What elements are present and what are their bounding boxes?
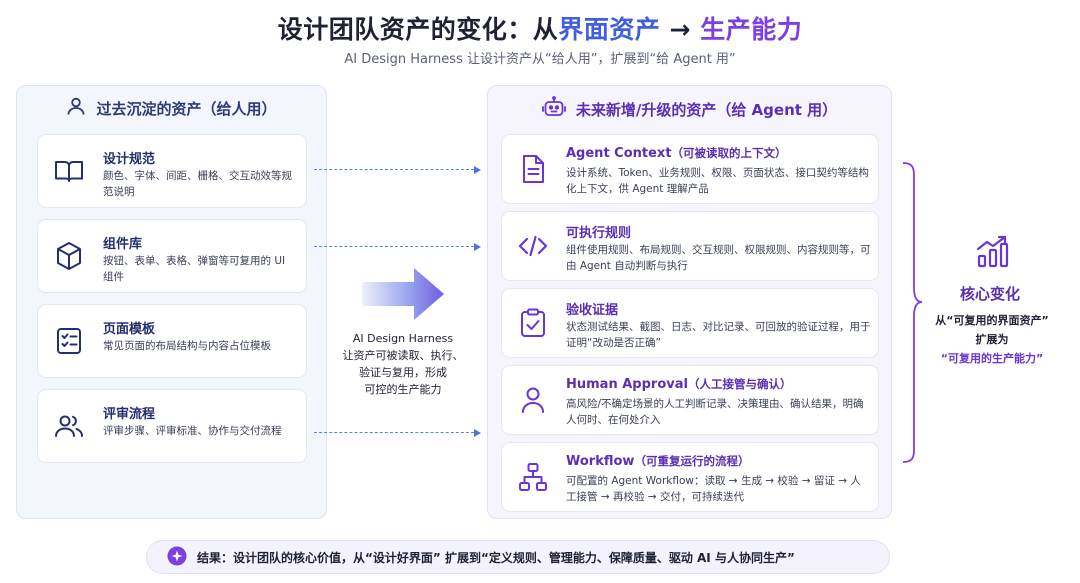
arrow-connector [314,432,474,433]
card-desc: 常见页面的布局结构与内容占位模板 [103,340,271,352]
user-icon [66,96,86,120]
arrow-head-icon [474,165,481,174]
card-title-main: Workflow [566,454,635,469]
card-desc: 评审步骤、评审标准、协作与交付流程 [103,425,282,437]
cube-icon [52,239,86,273]
checklist-icon [52,324,86,358]
title-part1: 设计团队资产的变化：从 [277,15,559,44]
card-desc: 状态测试结果、截图、日志、对比记录、可回放的验证过程，用于证明“改动是否正确” [566,321,871,349]
arrow-connector [314,246,474,247]
card-page-template: 页面模板 常见页面的布局结构与内容占位模板 [37,304,307,378]
sparkle-icon [167,546,187,569]
past-assets-panel: 过去沉淀的资产（给人用） 设计规范 颜色、字体、间距、栅格、交互动效等规范说明 … [16,85,327,519]
arrow-connector [314,169,474,170]
book-icon [52,154,86,188]
future-assets-heading-text: 未来新增/升级的资产（给 Agent 用） [575,100,838,119]
card-title: 组件库 [103,237,143,252]
result-text: 结果：设计团队的核心价值，从“设计好界面” 扩展到“定义规则、管理能力、保障质量… [197,550,795,565]
workflow-icon [516,460,550,494]
card-title: 验收证据 [566,303,619,318]
card-title: 页面模板 [103,322,156,337]
users-icon [52,409,86,443]
arrow-head-icon [474,242,481,251]
card-human-approval: Human Approval（人工接管与确认） 高风险/不确定场景的人工判断记录… [501,365,879,435]
document-icon [516,152,550,186]
title-part3: 生产能力 [700,15,803,44]
card-title-note: （人工接管与确认） [687,377,792,391]
card-title-main: Agent Context [566,146,672,161]
code-icon [516,229,550,263]
robot-icon [541,96,566,122]
card-title-main: Human Approval [566,377,688,392]
clipboard-check-icon [516,306,550,340]
card-desc: 设计系统、Token、业务规则、权限、页面状态、接口契约等结构化上下文，供 Ag… [566,167,869,195]
card-title: Human Approval（人工接管与确认） [566,376,791,392]
center-line-3: 验证与复用，形成 [359,366,447,379]
card-design-spec: 设计规范 颜色、字体、间距、栅格、交互动效等规范说明 [37,134,307,208]
card-review-process: 评审流程 评审步骤、评审标准、协作与交付流程 [37,389,307,463]
card-desc: 按钮、表单、表格、弹窗等可复用的 UI 组件 [103,255,286,283]
card-title-note: （可重复运行的流程） [634,454,750,468]
title-part2: 界面资产 [558,15,661,44]
core-line-1: 从“可复用的界面资产” [935,314,1049,327]
core-line-3: “可复用的生产能力” [940,352,1044,365]
card-agent-context: Agent Context（可被读取的上下文） 设计系统、Token、业务规则、… [501,134,879,204]
card-title: Agent Context（可被读取的上下文） [566,145,787,161]
card-workflow: Workflow（可重复运行的流程） 可配置的 Agent Workflow：读… [501,442,879,512]
arrow-head-icon [474,428,481,437]
past-assets-heading: 过去沉淀的资产（给人用） [17,96,326,120]
future-assets-panel: 未来新增/升级的资产（给 Agent 用） Agent Context（可被读取… [487,85,892,519]
card-acceptance-evidence: 验收证据 状态测试结果、截图、日志、对比记录、可回放的验证过程，用于证明“改动是… [501,288,879,358]
card-component-library: 组件库 按钮、表单、表格、弹窗等可复用的 UI 组件 [37,219,307,293]
card-desc: 可配置的 Agent Workflow：读取 → 生成 → 校验 → 留证 → … [566,475,861,503]
result-bar: 结果：设计团队的核心价值，从“设计好界面” 扩展到“定义规则、管理能力、保障质量… [146,540,890,574]
card-title: 设计规范 [103,152,156,167]
person-icon [516,383,550,417]
core-change-desc: 从“可复用的界面资产” 扩展为 “可复用的生产能力” [912,311,1072,368]
future-assets-heading: 未来新增/升级的资产（给 Agent 用） [488,96,891,122]
card-title: Workflow（可重复运行的流程） [566,453,749,469]
card-desc: 颜色、字体、间距、栅格、交互动效等规范说明 [103,170,292,198]
center-line-1: AI Design Harness [352,332,454,345]
center-line-2: 让资产可被读取、执行、 [342,349,464,362]
growth-chart-icon [976,235,1009,268]
transform-arrow-icon [362,268,444,320]
card-title: 可执行规则 [566,226,632,241]
title-arrow: → [660,15,701,44]
card-executable-rules: 可执行规则 组件使用规则、布局规则、交互规则、权限规则、内容规则等，可由 Age… [501,211,879,281]
page-title: 设计团队资产的变化：从界面资产 → 生产能力 [0,10,1080,46]
center-line-4: 可控的生产能力 [364,383,442,396]
card-title: 评审流程 [103,407,156,422]
card-title-note: （可被读取的上下文） [671,146,787,160]
page-subtitle: AI Design Harness 让设计资产从“给人用”，扩展到“给 Agen… [344,52,736,67]
core-change-title: 核心变化 [959,285,1020,303]
past-assets-heading-text: 过去沉淀的资产（给人用） [96,99,277,118]
core-line-2: 扩展为 [975,333,1009,346]
center-caption: AI Design Harness 让资产可被读取、执行、 验证与复用，形成 可… [338,330,468,398]
card-desc: 组件使用规则、布局规则、交互规则、权限规则、内容规则等，可由 Agent 自动判… [566,244,871,272]
card-desc: 高风险/不确定场景的人工判断记录、决策理由、确认结果，明确人何时、在何处介入 [566,398,864,426]
